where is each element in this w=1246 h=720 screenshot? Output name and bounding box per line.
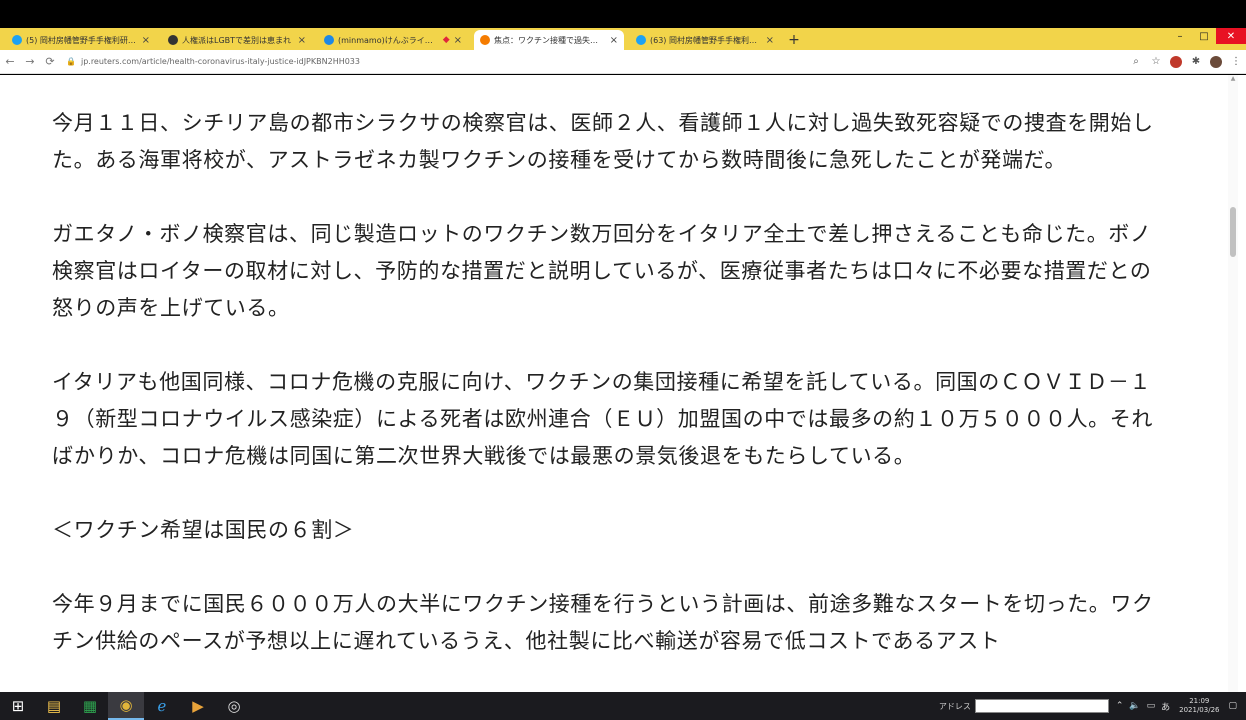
tab-strip: (5) 岡村房幡管野手手権利研究1単 ｜ × 人権派はLGBTで差別は恵まれ ×… — [0, 28, 1246, 50]
media-player-icon[interactable]: ▶ — [180, 692, 216, 720]
close-icon[interactable]: × — [766, 35, 774, 46]
close-window-button[interactable]: ✕ — [1216, 28, 1246, 44]
network-icon[interactable]: ▭ — [1147, 701, 1156, 711]
window-controls: – □ ✕ — [1168, 28, 1246, 50]
tab-title: (5) 岡村房幡管野手手権利研究1単 ｜ — [26, 35, 138, 45]
clock-date: 2021/03/26 — [1179, 706, 1220, 714]
menu-kebab-icon[interactable]: ⋮ — [1226, 56, 1246, 67]
tab-title: (63) 岡村房幡管野手手権利研究1｜ — [650, 35, 762, 45]
back-arrow-icon[interactable]: ← — [0, 55, 20, 68]
tab-reuters-active[interactable]: 焦点：ワクチン接種で過失致死 × — [474, 30, 624, 50]
twitter-icon — [636, 35, 646, 45]
address-toolbar-label: アドレス — [938, 701, 971, 711]
close-icon[interactable]: × — [454, 35, 462, 46]
tab-title: 焦点：ワクチン接種で過失致死 — [494, 35, 606, 45]
taskbar-clock[interactable]: 21:09 2021/03/26 — [1179, 697, 1219, 715]
new-tab-button[interactable]: + — [784, 30, 804, 50]
windows-start-icon[interactable]: ⊞ — [0, 692, 36, 720]
spreadsheet-app-icon[interactable]: ▦ — [72, 692, 108, 720]
scroll-up-arrow-icon[interactable]: ▲ — [1228, 75, 1238, 85]
article-paragraph: イタリアも他国同様、コロナ危機の克服に向け、ワクチンの集団接種に希望を託している… — [52, 370, 1153, 468]
close-icon[interactable]: × — [610, 35, 618, 46]
minimize-button[interactable]: – — [1168, 28, 1192, 44]
chevron-up-icon[interactable]: ⌃ — [1116, 701, 1124, 711]
article-paragraph: 今月１１日、シチリア島の都市シラクサの検察官は、医師２人、看護師１人に対し過失致… — [52, 111, 1154, 172]
tab-title: (minmamo)けんぶライブ配信 — [338, 35, 440, 45]
browser-toolbar: ← → ⟳ 🔒 jp.reuters.com/article/health-co… — [0, 50, 1246, 74]
zoom-icon[interactable]: ⌕ — [1126, 56, 1146, 67]
notification-icon[interactable]: ▢ — [1228, 701, 1237, 711]
avatar[interactable] — [1210, 55, 1222, 68]
reload-icon[interactable]: ⟳ — [40, 55, 60, 68]
taskbar-address-input[interactable] — [974, 699, 1109, 713]
extensions-puzzle-icon[interactable]: ✱ — [1186, 56, 1206, 67]
chrome-icon[interactable]: ◉ — [108, 692, 144, 720]
recording-icon: ◆ — [442, 35, 450, 45]
scrollbar-thumb[interactable] — [1230, 207, 1236, 257]
article-subheading: ＜ワクチン希望は国民の６割＞ — [52, 518, 355, 542]
twitter-icon — [12, 35, 22, 45]
tab-live-stream[interactable]: (minmamo)けんぶライブ配信 ◆ × — [318, 30, 468, 50]
web-page: 今月１１日、シチリア島の都市シラクサの検察官は、医師２人、看護師１人に対し過失致… — [0, 75, 1246, 692]
recording-top-border — [0, 0, 1246, 28]
internet-explorer-icon[interactable]: ℯ — [144, 692, 180, 720]
tab-twitter-2[interactable]: (63) 岡村房幡管野手手権利研究1｜ × — [630, 30, 780, 50]
address-bar[interactable]: 🔒 jp.reuters.com/article/health-coronavi… — [66, 53, 1120, 71]
file-explorer-icon[interactable]: ▤ — [36, 692, 72, 720]
reuters-icon — [480, 35, 490, 45]
tab-twitter-1[interactable]: (5) 岡村房幡管野手手権利研究1単 ｜ × — [6, 30, 156, 50]
close-icon[interactable]: × — [142, 35, 150, 46]
tab-title: 人権派はLGBTで差別は恵まれ — [182, 35, 292, 45]
tab-lgbt-article[interactable]: 人権派はLGBTで差別は恵まれ × — [162, 30, 312, 50]
article-paragraph: 今年９月までに国民６０００万人の大半にワクチン接種を行うという計画は、前途多難な… — [52, 592, 1154, 653]
extension-icon[interactable] — [1170, 55, 1182, 68]
ime-icon[interactable]: あ — [1161, 700, 1170, 713]
windows-taskbar: ⊞ ▤ ▦ ◉ ℯ ▶ ◎ アドレス ⌃ 🔈 ▭ あ 21:09 2021/03… — [0, 692, 1246, 720]
volume-icon[interactable]: 🔈 — [1129, 701, 1140, 711]
forward-arrow-icon[interactable]: → — [20, 55, 40, 68]
obs-recorder-icon[interactable]: ◎ — [216, 692, 252, 720]
article-body: 今月１１日、シチリア島の都市シラクサの検察官は、医師２人、看護師１人に対し過失致… — [52, 105, 1162, 692]
maximize-button[interactable]: □ — [1192, 28, 1216, 44]
close-icon[interactable]: × — [298, 35, 306, 46]
article-paragraph: ガエタノ・ボノ検察官は、同じ製造ロットのワクチン数万回分をイタリア全土で差し押さ… — [52, 222, 1152, 320]
lock-icon: 🔒 — [66, 57, 76, 66]
url-text: jp.reuters.com/article/health-coronaviru… — [80, 57, 360, 66]
bookmark-star-icon[interactable]: ☆ — [1146, 56, 1166, 67]
stream-icon — [324, 35, 334, 45]
system-tray: アドレス ⌃ 🔈 ▭ あ 21:09 2021/03/26 ▢ — [939, 692, 1246, 720]
vertical-scrollbar[interactable]: ▲ — [1228, 75, 1238, 692]
clock-time: 21:09 — [1189, 697, 1210, 705]
site-icon — [168, 35, 178, 45]
